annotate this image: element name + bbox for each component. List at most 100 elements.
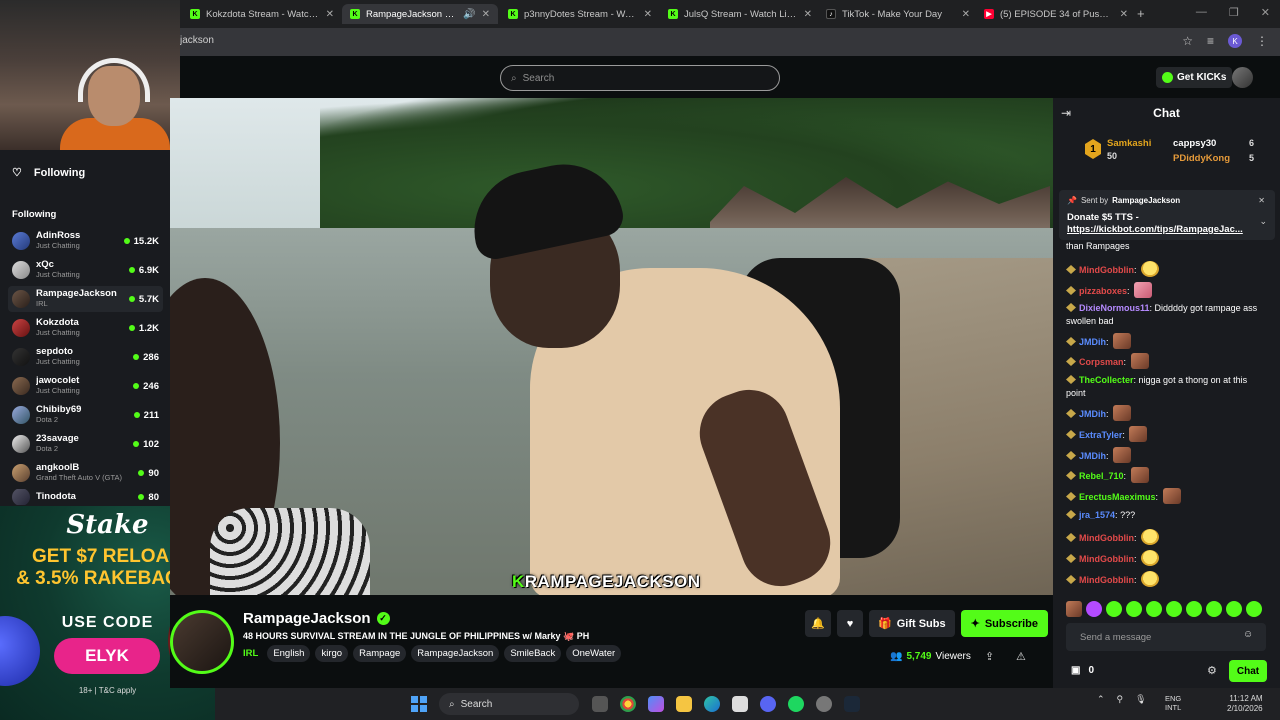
chat-username[interactable]: pizzaboxes	[1079, 286, 1127, 296]
browser-tab[interactable]: ▶ (5) EPISODE 34 of Pusuan or La ✕	[976, 4, 1136, 24]
language-indicator[interactable]: ENG INTL	[1165, 694, 1181, 712]
emote-icon[interactable]	[1226, 601, 1242, 617]
chat-username[interactable]: ExtraTyler	[1079, 430, 1122, 440]
search-input[interactable]: ⌕ Search	[500, 65, 780, 91]
subscribe-button[interactable]: ✦ Subscribe	[960, 610, 1048, 637]
chat-username[interactable]: Corpsman	[1079, 357, 1124, 367]
browser-tab[interactable]: ♪ TikTok - Make Your Day ✕	[818, 4, 978, 24]
discord-icon[interactable]	[760, 696, 776, 712]
streamer-name[interactable]: RampageJackson ✓	[243, 610, 390, 627]
edge-icon[interactable]	[704, 696, 720, 712]
chat-message-input[interactable]: Send a message	[1066, 623, 1266, 651]
pinned-link[interactable]: https://kickbot.com/tips/RampageJac...	[1067, 224, 1243, 235]
tag-chip[interactable]: RampageJackson	[411, 645, 500, 662]
browser-tab[interactable]: K p3nnyDotes Stream - Watch Liv ✕	[500, 4, 660, 24]
chat-username[interactable]: ErectusMaeximus	[1079, 492, 1156, 502]
emote-icon[interactable]	[1126, 601, 1142, 617]
chat-username[interactable]: jra_1574	[1079, 510, 1115, 520]
chat-username[interactable]: JMDih	[1079, 409, 1106, 419]
unpin-icon[interactable]: ✕	[1258, 196, 1265, 205]
stream-category-link[interactable]: IRL	[243, 648, 258, 659]
chat-username[interactable]: MindGobblin	[1079, 533, 1134, 543]
streamer-avatar[interactable]	[170, 610, 234, 674]
emoji-picker-icon[interactable]: ☺	[1243, 629, 1253, 640]
browser-tab[interactable]: K JulsQ Stream - Watch Live on K ✕	[660, 4, 820, 24]
sidebar-channel-tinodota[interactable]: Tinodota 80	[8, 489, 163, 505]
report-icon[interactable]: ⚠	[1016, 650, 1026, 663]
emote-icon[interactable]	[1206, 601, 1222, 617]
windows-start-icon[interactable]	[411, 696, 427, 712]
sidebar-channel-rampagejackson[interactable]: RampageJackson IRL 5.7K	[8, 286, 163, 312]
bookmark-star-icon[interactable]: ☆	[1182, 34, 1193, 48]
emote-icon[interactable]	[1166, 601, 1182, 617]
gear-icon[interactable]: ⚙	[1207, 664, 1217, 677]
sidebar-following-nav[interactable]: ♡ Following	[12, 166, 85, 180]
taskbar-search[interactable]: ⌕ Search	[439, 693, 579, 715]
sidebar-channel-adinross[interactable]: AdinRoss Just Chatting 15.2K	[8, 228, 163, 254]
chat-username[interactable]: JMDih	[1079, 451, 1106, 461]
close-window-icon[interactable]: ✕	[1261, 6, 1270, 19]
close-tab-icon[interactable]: ✕	[326, 9, 334, 20]
tag-chip[interactable]: SmileBack	[504, 645, 562, 662]
tag-chip[interactable]: kirgo	[315, 645, 349, 662]
kicks-balance[interactable]: ▣ 0	[1071, 665, 1094, 676]
emote-icon[interactable]	[1106, 601, 1122, 617]
copilot-icon[interactable]	[648, 696, 664, 712]
sidebar-channel-angkoolb[interactable]: angkoolB Grand Theft Auto V (GTA) 90	[8, 460, 163, 486]
chat-username[interactable]: TheCollecter	[1079, 375, 1134, 385]
sidebar-channel-chibiby69[interactable]: Chibiby69 Dota 2 211	[8, 402, 163, 428]
minimize-icon[interactable]: —	[1196, 6, 1207, 19]
browser-tab[interactable]: K Kokzdota Stream - Watch Live o ✕	[182, 4, 342, 24]
media-controls-icon[interactable]: ≡	[1207, 34, 1214, 48]
taskbar-clock[interactable]: 11:12 AM 2/10/2026	[1227, 694, 1263, 714]
tag-chip[interactable]: OneWater	[566, 645, 622, 662]
notification-bell-button[interactable]: 🔔	[805, 610, 831, 637]
chrome-icon[interactable]	[620, 696, 636, 712]
chat-username[interactable]: MindGobblin	[1079, 265, 1134, 275]
leaderboard-second-name[interactable]: cappsy30	[1173, 138, 1216, 149]
chevron-up-icon[interactable]: ⌃	[1097, 694, 1105, 705]
sidebar-channel-kokzdota[interactable]: Kokzdota Just Chatting 1.2K	[8, 315, 163, 341]
url-field[interactable]: jackson	[180, 35, 214, 46]
pinned-message[interactable]: 📌 Sent by RampageJackson ✕ Donate $5 TTS…	[1059, 190, 1275, 240]
chat-username[interactable]: MindGobblin	[1079, 575, 1134, 585]
get-kicks-button[interactable]: Get KICKs	[1156, 67, 1233, 88]
emote-icon[interactable]	[1086, 601, 1102, 617]
chat-username[interactable]: Rebel_710	[1079, 471, 1124, 481]
close-tab-icon[interactable]: ✕	[482, 9, 490, 20]
follow-heart-button[interactable]: ♥	[837, 610, 863, 637]
emote-icon[interactable]	[1066, 601, 1082, 617]
emote-icon[interactable]	[1186, 601, 1202, 617]
chat-username[interactable]: DixieNormous11	[1079, 303, 1150, 313]
emote-icon[interactable]	[1146, 601, 1162, 617]
pinned-sender[interactable]: RampageJackson	[1112, 196, 1180, 205]
speaker-icon[interactable]: 🔊	[463, 9, 475, 20]
ad-code-button[interactable]: ELYK	[54, 638, 160, 674]
sidebar-channel-sepdoto[interactable]: sepdoto Just Chatting 286	[8, 344, 163, 370]
gift-subs-button[interactable]: 🎁 Gift Subs	[869, 610, 955, 637]
task-view-icon[interactable]	[592, 696, 608, 712]
chat-username[interactable]: JMDih	[1079, 337, 1106, 347]
video-player[interactable]: KRAMPAGEJACKSON	[170, 98, 1053, 595]
close-tab-icon[interactable]: ✕	[1120, 9, 1128, 20]
profile-avatar[interactable]: K	[1228, 34, 1242, 48]
sidebar-channel-23savage[interactable]: 23savage Dota 2 102	[8, 431, 163, 457]
user-avatar[interactable]	[1232, 67, 1253, 88]
collapse-chat-icon[interactable]: ⇥	[1061, 106, 1071, 120]
network-icon[interactable]: ⚲	[1117, 694, 1124, 705]
microphone-icon[interactable]: 🎙	[1135, 694, 1146, 705]
steam-icon[interactable]	[844, 696, 860, 712]
close-tab-icon[interactable]: ✕	[644, 9, 652, 20]
close-tab-icon[interactable]: ✕	[804, 9, 812, 20]
close-tab-icon[interactable]: ✕	[962, 9, 970, 20]
leaderboard-third-name[interactable]: PDiddyKong	[1173, 153, 1230, 164]
send-chat-button[interactable]: Chat	[1229, 660, 1267, 682]
store-icon[interactable]	[732, 696, 748, 712]
leaderboard-first-name[interactable]: Samkashi	[1107, 138, 1151, 149]
browser-menu-icon[interactable]: ⋮	[1256, 34, 1268, 48]
maximize-icon[interactable]: ❐	[1229, 6, 1239, 19]
tag-chip[interactable]: Rampage	[353, 645, 407, 662]
tag-chip[interactable]: English	[267, 645, 311, 662]
share-icon[interactable]: ⇪	[985, 650, 994, 663]
emote-icon[interactable]	[1246, 601, 1262, 617]
